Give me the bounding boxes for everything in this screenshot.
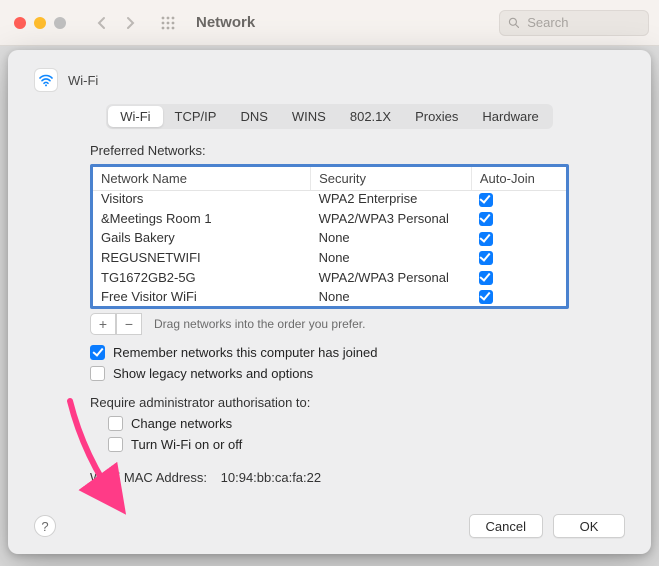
network-autojoin-cell[interactable] [471,209,566,229]
search-icon [508,16,519,29]
network-row[interactable]: VisitorsWPA2 Enterprise [93,191,566,209]
wifi-advanced-sheet: Wi-Fi Wi-Fi TCP/IP DNS WINS 802.1X Proxi… [8,50,651,554]
autojoin-checkbox[interactable] [479,232,493,246]
network-security-cell: WPA2/WPA3 Personal [311,267,472,287]
remove-network-button[interactable]: − [116,313,142,335]
tab-tcpip[interactable]: TCP/IP [163,106,229,127]
ok-button[interactable]: OK [553,514,625,538]
network-name-cell: Visitors [93,191,311,209]
preferred-networks-label: Preferred Networks: [90,143,569,158]
admin-toggle-wifi-label: Turn Wi-Fi on or off [131,437,242,452]
network-autojoin-cell[interactable] [471,191,566,209]
tab-8021x[interactable]: 802.1X [338,106,403,127]
network-autojoin-cell[interactable] [471,228,566,248]
autojoin-checkbox[interactable] [479,193,493,207]
network-name-cell: TG1672GB2-5G [93,267,311,287]
column-network-name[interactable]: Network Name [93,167,311,191]
network-security-cell: None [311,228,472,248]
network-name-cell: Gails Bakery [93,228,311,248]
remember-networks-label: Remember networks this computer has join… [113,345,377,360]
network-row[interactable]: Gails BakeryNone [93,228,566,248]
add-network-button[interactable]: + [90,313,116,335]
drag-hint: Drag networks into the order you prefer. [154,317,365,331]
window-titlebar: Network [0,0,659,46]
show-legacy-checkbox[interactable] [90,366,105,381]
network-row[interactable]: &Meetings Room 1WPA2/WPA3 Personal [93,209,566,229]
network-security-cell: WPA2 Enterprise [311,191,472,209]
network-row[interactable]: REGUSNETWIFINone [93,248,566,268]
autojoin-checkbox[interactable] [479,290,493,304]
admin-change-networks-label: Change networks [131,416,232,431]
network-name-cell: REGUSNETWIFI [93,248,311,268]
tab-wins[interactable]: WINS [280,106,338,127]
autojoin-checkbox[interactable] [479,212,493,226]
back-button[interactable] [90,11,114,35]
column-security[interactable]: Security [311,167,472,191]
tab-wifi[interactable]: Wi-Fi [108,106,162,127]
admin-toggle-wifi-checkbox[interactable] [108,437,123,452]
network-name-cell: &Meetings Room 1 [93,209,311,229]
window-controls [14,17,66,29]
search-input[interactable] [525,14,640,31]
show-legacy-label: Show legacy networks and options [113,366,313,381]
tab-hardware[interactable]: Hardware [470,106,550,127]
mac-address-value: 10:94:bb:ca:fa:22 [221,470,321,485]
column-auto-join[interactable]: Auto-Join [471,167,566,191]
forward-button[interactable] [118,11,142,35]
zoom-window-button[interactable] [54,17,66,29]
window-title: Network [196,14,255,31]
network-name-cell: Free Visitor WiFi [93,287,311,307]
annotation-arrow [64,397,134,517]
cancel-button[interactable]: Cancel [469,514,543,538]
network-autojoin-cell[interactable] [471,248,566,268]
show-all-prefs-button[interactable] [156,11,180,35]
admin-auth-label: Require administrator authorisation to: [90,395,569,410]
tabbar: Wi-Fi TCP/IP DNS WINS 802.1X Proxies Har… [106,104,553,129]
minimize-window-button[interactable] [34,17,46,29]
sheet-title: Wi-Fi [68,73,98,88]
network-autojoin-cell[interactable] [471,267,566,287]
remember-networks-checkbox[interactable] [90,345,105,360]
network-row[interactable]: Free Visitor WiFiNone [93,287,566,307]
network-autojoin-cell[interactable] [471,287,566,307]
network-security-cell: WPA2/WPA3 Personal [311,209,472,229]
autojoin-checkbox[interactable] [479,271,493,285]
search-field[interactable] [499,10,649,36]
tab-proxies[interactable]: Proxies [403,106,470,127]
network-row[interactable]: TG1672GB2-5GWPA2/WPA3 Personal [93,267,566,287]
tab-dns[interactable]: DNS [228,106,279,127]
admin-change-networks-checkbox[interactable] [108,416,123,431]
help-button[interactable]: ? [34,515,56,537]
mac-address-label: Wi-Fi MAC Address: [90,470,207,485]
preferred-networks-table[interactable]: Network Name Security Auto-Join Visitors… [90,164,569,309]
autojoin-checkbox[interactable] [479,251,493,265]
close-window-button[interactable] [14,17,26,29]
network-security-cell: None [311,248,472,268]
wifi-icon [34,68,58,92]
network-security-cell: None [311,287,472,307]
